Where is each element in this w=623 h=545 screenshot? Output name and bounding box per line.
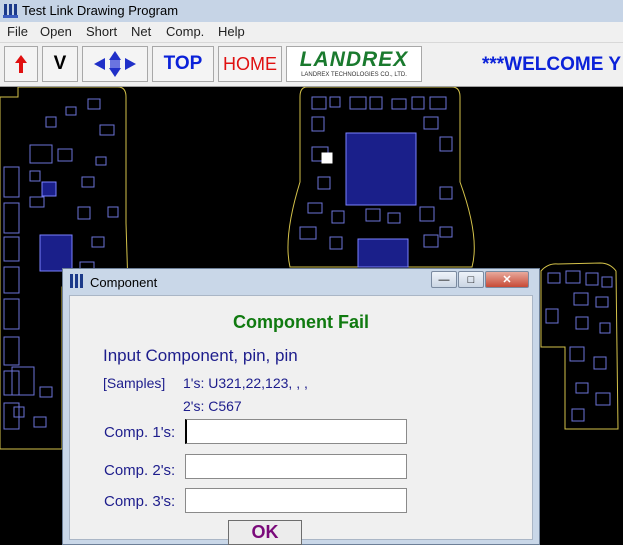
logo-subtext: LANDREX TECHNOLOGIES CO., LTD. (301, 72, 407, 78)
logo-text: LANDREX (299, 48, 409, 71)
instruction-text: Input Component, pin, pin (103, 346, 298, 365)
menu-comp[interactable]: Comp. (166, 24, 204, 39)
sample-line-2: 2's: C567 (183, 398, 242, 414)
title-bar: Test Link Drawing Program (0, 0, 623, 23)
comp1-label: Comp. 1's: (104, 424, 176, 441)
sample-line-1: 1's: U321,22,123, , , (183, 375, 308, 391)
home-button-label: HOME (223, 53, 277, 74)
comp3-label: Comp. 3's: (104, 493, 176, 510)
board-right (540, 262, 619, 430)
app-icon (3, 4, 18, 18)
close-button[interactable]: ✕ (485, 271, 529, 288)
maximize-button[interactable]: □ (458, 271, 484, 288)
samples-label: [Samples] (103, 375, 166, 391)
comp2-input[interactable] (185, 454, 407, 479)
up-arrow-button[interactable] (4, 46, 38, 82)
menu-open[interactable]: Open (40, 24, 72, 39)
dialog-app-icon (70, 274, 83, 288)
menu-bar: File Open Short Net Comp. Help (0, 22, 623, 43)
maximize-icon: □ (467, 273, 475, 286)
chip-small-left (41, 181, 57, 197)
four-way-arrows-icon (94, 51, 136, 77)
menu-file[interactable]: File (7, 24, 28, 39)
minimize-icon: — (438, 273, 450, 286)
toolbar: V TOP HOME LANDREX LANDREX TECHNOLOGIES … (0, 43, 623, 87)
menu-short[interactable]: Short (86, 24, 117, 39)
dialog-title: Component (90, 275, 158, 290)
minimize-button[interactable]: — (431, 271, 457, 288)
landrex-logo: LANDREX LANDREX TECHNOLOGIES CO., LTD. (286, 46, 422, 82)
comp3-input[interactable] (185, 488, 407, 513)
comp2-label: Comp. 2's: (104, 462, 176, 479)
v-button-label: V (53, 53, 67, 74)
close-icon: ✕ (502, 274, 512, 286)
ok-button[interactable]: OK (228, 520, 302, 545)
bga-chip-main (345, 132, 417, 206)
bga-chips (39, 132, 417, 272)
bga-chip-lower (357, 238, 409, 268)
top-button[interactable]: TOP (152, 46, 214, 82)
bga-chip-left (39, 234, 73, 272)
window-title: Test Link Drawing Program (22, 3, 179, 18)
v-button[interactable]: V (42, 46, 78, 82)
top-button-label: TOP (163, 53, 203, 74)
comp1-input[interactable] (185, 419, 407, 444)
dialog-heading: Component Fail (233, 312, 369, 332)
menu-net[interactable]: Net (131, 24, 151, 39)
dialog-body: Component Fail Input Component, pin, pin… (69, 295, 533, 545)
up-arrow-icon (15, 55, 27, 73)
component-dialog: Component — □ ✕ Component Fail Input Com… (62, 268, 540, 545)
components-right (545, 270, 613, 422)
pan-arrows-button[interactable] (82, 46, 148, 82)
home-button[interactable]: HOME (218, 46, 282, 82)
menu-help[interactable]: Help (218, 24, 245, 39)
welcome-banner: ***WELCOME Y (482, 54, 622, 75)
